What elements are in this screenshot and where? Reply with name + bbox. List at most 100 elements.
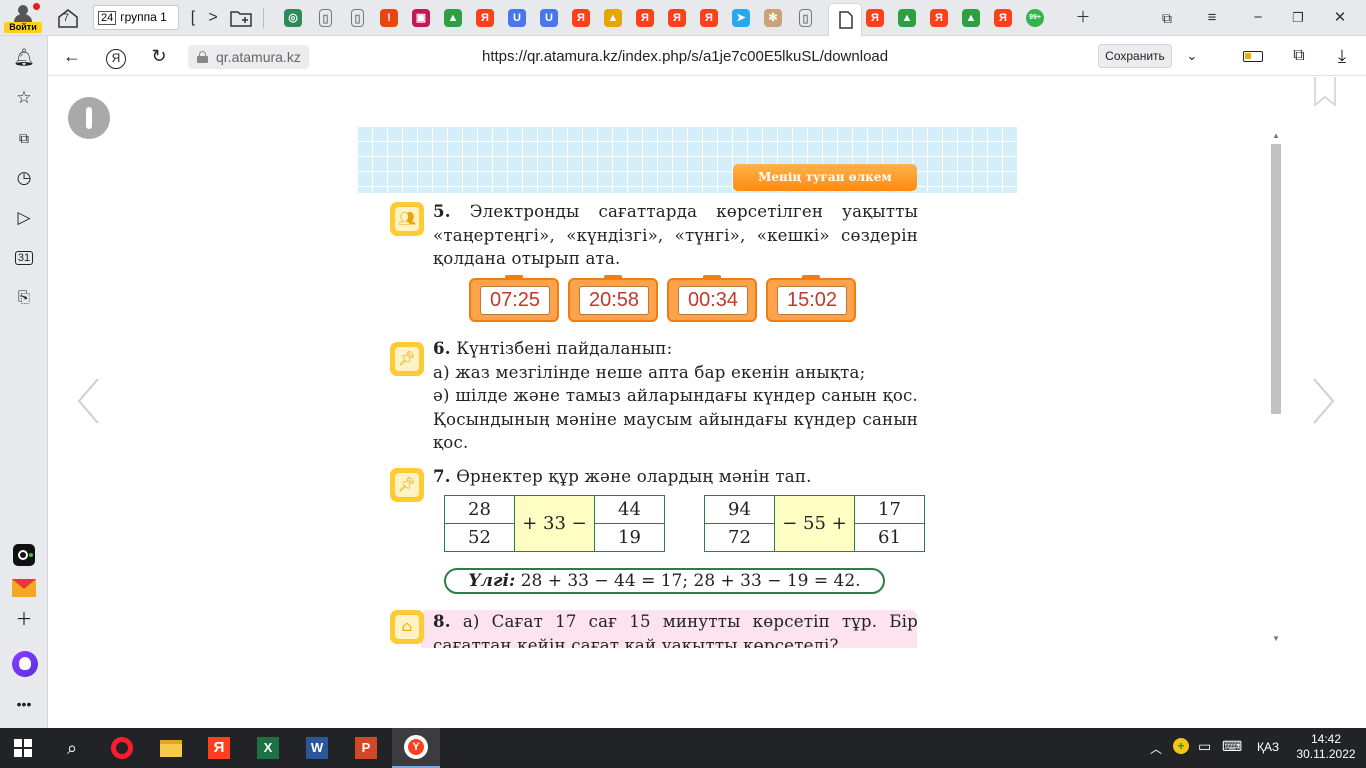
yandex-icon[interactable]: Я <box>866 9 884 27</box>
yandex-app-icon[interactable]: Я <box>204 733 234 763</box>
yandex-icon[interactable]: Я <box>668 9 686 27</box>
u-icon[interactable]: U <box>540 9 558 27</box>
yandex-logo-icon[interactable]: Я <box>105 45 127 69</box>
alice-app-icon[interactable] <box>12 544 36 568</box>
document-viewer: Менің туған өлкем 👥︎ 5. Электронды сағат… <box>48 77 1366 728</box>
clock[interactable]: 14:42 30.11.2022 <box>1296 732 1356 762</box>
globe-icon[interactable]: ◎ <box>284 9 302 27</box>
alice-assistant-icon[interactable] <box>12 651 38 677</box>
drive-icon[interactable]: ▲ <box>962 9 980 27</box>
domain-chip[interactable]: qr.atamura.kz <box>188 45 309 69</box>
save-button[interactable]: Сохранить <box>1098 44 1172 68</box>
bracket-icon[interactable]: [ <box>186 8 200 28</box>
history-icon[interactable]: ◷ <box>12 166 36 190</box>
active-tab[interactable] <box>828 3 862 36</box>
tab-group[interactable]: 24 группа 1 <box>93 5 179 30</box>
screenshot-icon[interactable]: ⎘ <box>12 286 36 310</box>
pause-icon <box>86 107 92 129</box>
lock-icon <box>197 51 208 63</box>
account-button[interactable]: Войти <box>0 0 48 36</box>
yandex-icon[interactable]: Я <box>636 9 654 27</box>
scroll-down-icon[interactable]: ▼ <box>1272 634 1280 643</box>
bookmark-icon[interactable] <box>1313 77 1337 107</box>
add-panel-icon[interactable]: ＋ <box>12 608 36 632</box>
collections-icon[interactable]: ⧉ <box>12 126 36 150</box>
chevron-right-icon[interactable]: > <box>205 8 221 28</box>
extensions-icon[interactable]: ⧉ <box>1288 45 1310 67</box>
pair-work-icon: 👥︎ <box>390 202 424 236</box>
browser-sidebar: 🔔︎ ☆ ⧉ ◷ ▷ 31 ⎘ ＋ ••• <box>0 36 48 728</box>
yandex-icon[interactable]: Я <box>476 9 494 27</box>
drive-icon[interactable]: ▲ <box>898 9 916 27</box>
menu-icon[interactable]: ≡ <box>1202 8 1222 28</box>
restore-icon[interactable]: ❐ <box>1288 8 1308 28</box>
yandex-browser-taskbar-button[interactable]: Y <box>392 728 440 768</box>
more-icon[interactable]: ••• <box>12 692 36 716</box>
pause-button[interactable] <box>68 97 110 139</box>
tray-app-icon[interactable]: + <box>1173 738 1189 754</box>
explorer-icon[interactable] <box>156 733 186 763</box>
alert-icon[interactable]: ! <box>380 9 398 27</box>
url-text[interactable]: https://qr.atamura.kz/index.php/s/a1je7c… <box>482 45 888 69</box>
next-page-icon[interactable] <box>1312 377 1336 425</box>
excel-icon[interactable]: X <box>253 733 283 763</box>
tab-list-icon[interactable]: ⧉ <box>1157 8 1177 28</box>
vertical-scrollbar[interactable]: ▲ ▼ <box>1269 131 1283 649</box>
word-icon[interactable]: W <box>302 733 332 763</box>
notification-icon[interactable]: ▭ <box>1198 738 1211 755</box>
clock-date: 30.11.2022 <box>1296 747 1356 761</box>
photo-icon[interactable]: ▣ <box>412 9 430 27</box>
close-icon[interactable]: ✕ <box>1330 8 1350 28</box>
download-icon[interactable]: ⤓ <box>1331 45 1353 67</box>
yandex-icon[interactable]: Я <box>930 9 948 27</box>
opera-icon[interactable] <box>107 733 137 763</box>
tab-group-count: 24 <box>98 11 117 25</box>
tab-count: 7 <box>63 12 70 24</box>
calendar-icon[interactable]: 31 <box>12 246 36 270</box>
tab-count-button[interactable]: 7 <box>56 8 80 28</box>
drive-icon[interactable]: ▲ <box>444 9 462 27</box>
digital-clock: 15:02 <box>766 275 856 322</box>
clocks-row: 07:25 20:58 00:34 15:02 <box>469 275 865 322</box>
pin-task-icon: 📌︎ <box>390 342 424 376</box>
doc-icon[interactable]: ▯ <box>351 9 364 27</box>
new-tab-button[interactable]: ＋ <box>1073 8 1093 28</box>
pin-task-icon: 📌︎ <box>390 468 424 502</box>
tray-expand-icon[interactable]: ︿ <box>1150 740 1162 757</box>
doc-icon[interactable]: ▯ <box>319 9 332 27</box>
u-icon[interactable]: U <box>508 9 526 27</box>
yandex-icon[interactable]: Я <box>700 9 718 27</box>
keyboard-icon[interactable]: ⌨ <box>1222 738 1242 755</box>
yandex-icon[interactable]: Я <box>994 9 1012 27</box>
bell-icon[interactable]: 🔔︎ <box>12 46 36 70</box>
powerpoint-icon[interactable]: P <box>351 733 381 763</box>
document-icon <box>839 11 853 29</box>
mail-icon[interactable] <box>12 576 36 600</box>
tab-bar: Войти 7 24 группа 1 [ > ◎ ▯ ▯! ▣ ▲ Я U U Я ▲ Я Я Я ➤ ✻ ▯… <box>0 0 1366 36</box>
star-icon[interactable]: ☆ <box>12 86 36 110</box>
image-icon[interactable]: ▲ <box>604 9 622 27</box>
telegram-icon[interactable]: ➤ <box>732 9 750 27</box>
prev-page-icon[interactable] <box>76 377 100 425</box>
scrollbar-thumb[interactable] <box>1271 144 1281 414</box>
language-indicator[interactable]: ҚАЗ <box>1257 740 1279 754</box>
windows-start-icon[interactable] <box>8 733 38 763</box>
task6-text: 6. Күнтізбені пайдаланып: а) жаз мезгілі… <box>433 337 918 455</box>
scroll-up-icon[interactable]: ▲ <box>1272 131 1280 140</box>
back-icon[interactable]: ← <box>61 45 83 67</box>
notification-dot <box>33 3 40 10</box>
clock-time: 14:42 <box>1310 732 1342 746</box>
chevron-down-icon[interactable]: ⌄ <box>1181 45 1203 67</box>
digital-clock: 00:34 <box>667 275 757 322</box>
badge-icon[interactable]: 99+ <box>1026 9 1044 27</box>
reload-icon[interactable]: ↻ <box>148 45 170 67</box>
yandex-icon[interactable]: Я <box>572 9 590 27</box>
new-folder-icon[interactable] <box>229 8 253 28</box>
settings-icon[interactable]: ✻ <box>764 9 782 27</box>
play-icon[interactable]: ▷ <box>12 206 36 230</box>
doc-icon[interactable]: ▯ <box>799 9 812 27</box>
battery-icon[interactable] <box>1242 45 1264 67</box>
search-icon[interactable]: ⌕ <box>57 733 87 763</box>
textbook-page: Менің туған өлкем 👥︎ 5. Электронды сағат… <box>357 126 1018 648</box>
minimize-icon[interactable]: − <box>1248 8 1268 28</box>
